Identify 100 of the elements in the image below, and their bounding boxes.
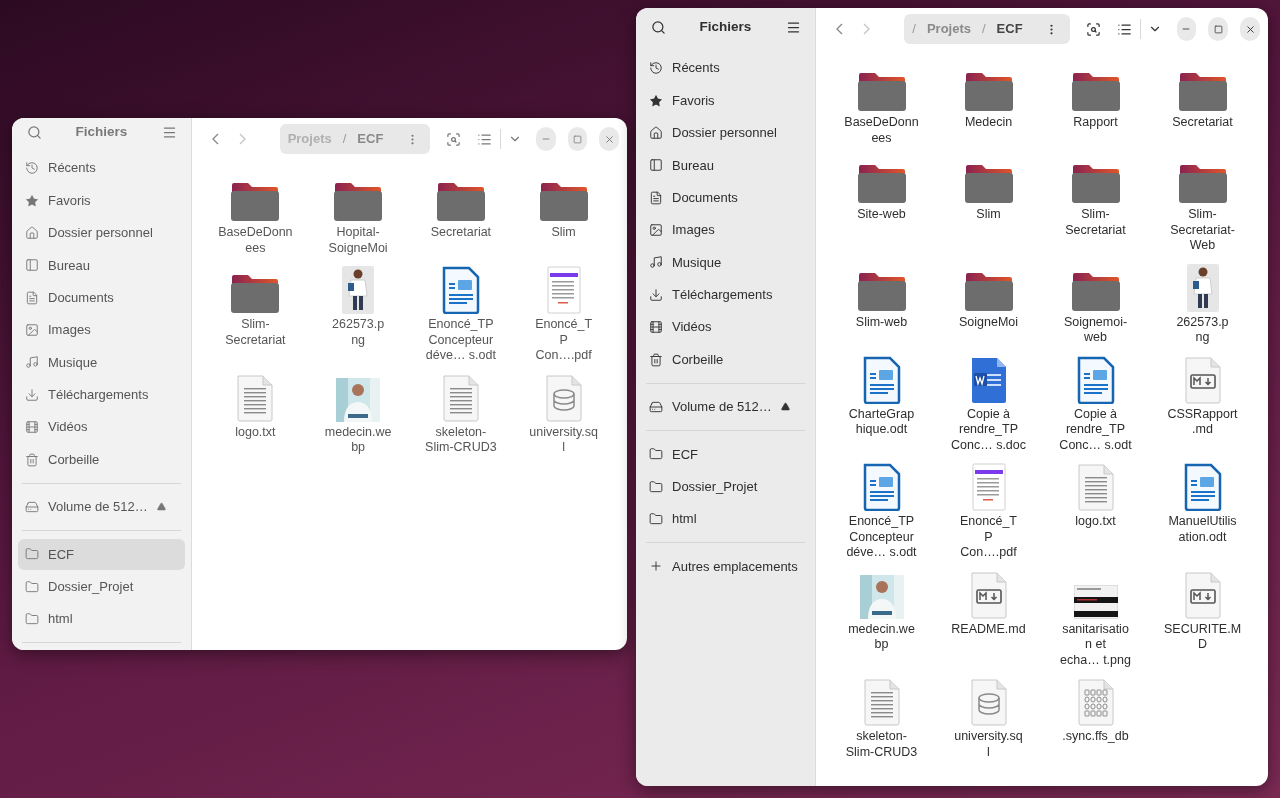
- file-name: BaseDeDonn ees: [218, 225, 293, 256]
- file-name: Enoncé_TP Concepteur déve… s.odt: [846, 514, 917, 561]
- close-icon: [1244, 23, 1256, 35]
- chevron-left-icon: [211, 133, 219, 145]
- sidebar-item[interactable]: Favoris: [18, 185, 185, 217]
- sidebar-item[interactable]: Vidéos: [18, 411, 185, 443]
- document-icon: [861, 463, 902, 511]
- sidebar-item[interactable]: Récents: [642, 52, 809, 84]
- sidebar-item[interactable]: Images: [18, 314, 185, 346]
- file-name: Site-web: [857, 207, 906, 223]
- file-name: skeleton- Slim-CRUD3: [845, 729, 918, 760]
- binary-file-icon: [1075, 678, 1116, 726]
- file-name: medecin.we bp: [324, 424, 392, 456]
- sidebar-item[interactable]: Corbeille: [18, 444, 185, 476]
- sidebar-item[interactable]: Bureau: [642, 149, 809, 181]
- sidebar-item[interactable]: Dossier_Projet: [642, 471, 809, 503]
- sidebar-item[interactable]: Vidéos: [642, 311, 809, 343]
- eject-icon[interactable]: [781, 402, 790, 412]
- sidebar-item[interactable]: html: [642, 503, 809, 535]
- text-file-icon: [235, 373, 276, 422]
- file-name: Slim- Secretariat- Web: [1170, 207, 1235, 254]
- file-name: Enoncé_T P Con….pdf: [535, 317, 593, 364]
- desktop-icon: [649, 158, 663, 173]
- sidebar-item[interactable]: Dossier personnel: [642, 117, 809, 149]
- clock-icon: [649, 61, 663, 76]
- image-icon: [649, 223, 663, 238]
- markdown-file-icon: [1182, 570, 1223, 619]
- sidebar-item[interactable]: Autres emplacements: [642, 550, 809, 582]
- folder-icon: [25, 547, 39, 562]
- document-icon: [649, 190, 663, 205]
- sidebar-item[interactable]: Musique: [18, 346, 185, 378]
- folder-icon: [1176, 164, 1229, 204]
- close-button[interactable]: [1240, 17, 1261, 41]
- sidebar-item[interactable]: html: [18, 603, 185, 635]
- trash-icon: [649, 352, 663, 367]
- document-icon: [1075, 355, 1116, 404]
- file-name: SECURITE.M D: [1163, 621, 1242, 653]
- sidebar-item[interactable]: Dossier_Projet: [18, 571, 185, 603]
- maximize-button[interactable]: [1208, 17, 1229, 41]
- sidebar-item[interactable]: Volume de 512…: [642, 391, 809, 423]
- close-icon: [603, 133, 615, 145]
- window-title: Fichiers: [75, 122, 128, 141]
- file-name: SoigneMoi: [958, 314, 1019, 330]
- download-icon: [25, 387, 39, 402]
- sidebar-item[interactable]: ECF: [642, 438, 809, 470]
- sidebar-item[interactable]: Documents: [642, 182, 809, 214]
- text-file-icon: [861, 678, 902, 726]
- sidebar-item[interactable]: Bureau: [18, 249, 185, 281]
- folder-icon: [1069, 164, 1122, 204]
- database-file-icon: [968, 678, 1009, 726]
- sidebar-item[interactable]: Téléchargements: [18, 379, 185, 411]
- sidebar-item[interactable]: ECF: [18, 538, 185, 570]
- sidebar-item[interactable]: Récents: [18, 152, 185, 184]
- file-name: ManuelUtilis ation.odt: [1168, 514, 1237, 545]
- file-name: Slim: [551, 225, 576, 241]
- search-icon: [26, 124, 42, 140]
- music-note-icon: [649, 255, 663, 270]
- folder-icon: [962, 271, 1015, 312]
- document-icon: [25, 290, 39, 305]
- file-name: Enoncé_T P Con….pdf: [960, 514, 1017, 561]
- maximize-icon: [573, 134, 583, 144]
- file-name: medecin.we bp: [848, 621, 915, 653]
- sidebar-item[interactable]: Images: [642, 214, 809, 246]
- document-icon: [861, 355, 902, 404]
- folder-icon: [649, 512, 663, 527]
- file-name: Medecin: [964, 115, 1013, 131]
- sidebar-item[interactable]: Favoris: [642, 85, 809, 117]
- file-name: BaseDeDonn ees: [844, 115, 919, 146]
- sidebar-item[interactable]: Musique: [642, 246, 809, 278]
- sidebar-item[interactable]: Volume de 512…: [18, 491, 185, 523]
- sidebar-item[interactable]: Documents: [18, 282, 185, 314]
- folder-search-icon: [446, 131, 462, 147]
- music-note-icon: [25, 355, 39, 370]
- folder-icon: [855, 271, 908, 312]
- folder-icon: [537, 182, 590, 222]
- folder-icon: [25, 579, 39, 594]
- folder-icon: [855, 72, 908, 112]
- folder-icon: [649, 479, 663, 494]
- window-title: Fichiers: [699, 17, 752, 36]
- chevron-right-icon: [238, 133, 246, 145]
- path-separator: /: [912, 20, 916, 39]
- download-icon: [649, 287, 663, 302]
- chevron-right-icon: [863, 23, 871, 35]
- text-file-icon: [440, 373, 481, 422]
- folder-icon: [434, 182, 487, 222]
- sidebar-item[interactable]: Corbeille: [642, 344, 809, 376]
- film-icon: [25, 420, 39, 435]
- sidebar-item[interactable]: Dossier personnel: [18, 217, 185, 249]
- list-icon: [477, 131, 493, 147]
- minimize-button[interactable]: [1176, 17, 1197, 41]
- file-name: Slim-web: [855, 314, 908, 330]
- file-name: Slim: [976, 207, 1001, 223]
- file-name: Hopital- SoigneMoi: [328, 225, 388, 256]
- file-name: Copie à rendre_TP Conc… s.doc: [951, 406, 1026, 453]
- desktop-icon: [25, 258, 39, 273]
- file-name: logo.txt: [1075, 514, 1116, 530]
- folder-icon: [962, 72, 1015, 112]
- markdown-file-icon: [968, 570, 1009, 619]
- path-segment[interactable]: ECF: [996, 19, 1023, 39]
- sidebar-item[interactable]: Téléchargements: [642, 279, 809, 311]
